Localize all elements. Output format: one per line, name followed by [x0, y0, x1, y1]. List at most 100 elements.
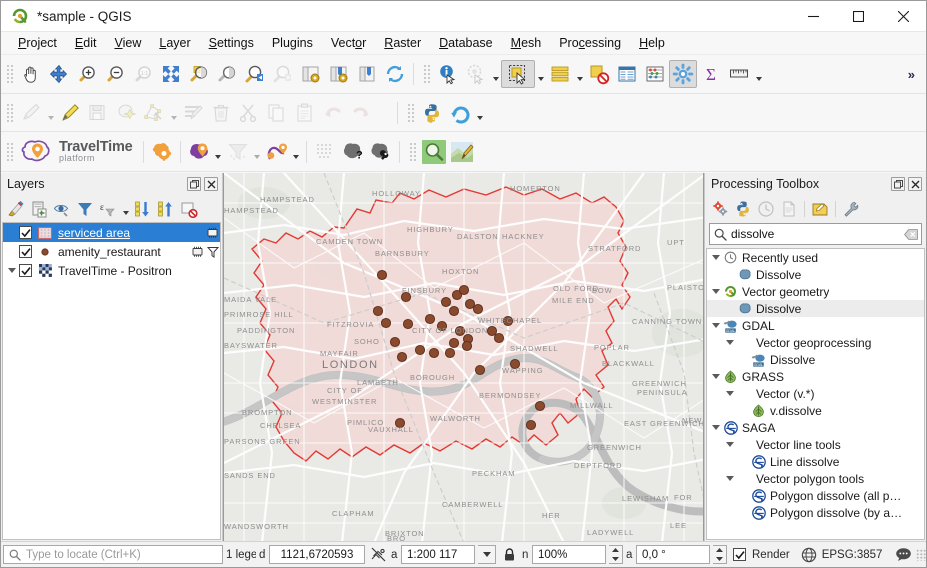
toolbar-grip-traveltime[interactable] — [5, 141, 14, 163]
processing-tree-item[interactable]: Dissolve — [707, 266, 924, 283]
undo-icon[interactable] — [319, 99, 347, 127]
coordinate-field[interactable]: 1121,6720593 — [269, 545, 365, 564]
layer-name-amenity-restaurant[interactable]: amenity_restaurant — [58, 245, 190, 259]
toolbar-overflow-button[interactable]: » — [903, 67, 920, 82]
results-viewer-icon[interactable] — [778, 198, 800, 220]
map-canvas[interactable]: HAMPSTEADHAMPSTEADHOLLOWAYHOMERTONHIGHBU… — [223, 173, 704, 541]
locate-input[interactable]: Type to locate (Ctrl+K) — [3, 545, 223, 564]
add-group-icon[interactable] — [28, 198, 50, 220]
measure-line-icon[interactable] — [725, 60, 753, 88]
toolbar-grip-attributes[interactable] — [422, 63, 431, 85]
menu-edit[interactable]: Edit — [66, 34, 106, 52]
memory-layer-icon-2[interactable] — [190, 245, 205, 259]
zoom-to-selection-icon[interactable] — [185, 60, 213, 88]
processing-tree-item[interactable]: Vector (v.*) — [707, 385, 924, 402]
layers-tree[interactable]: serviced area — [2, 222, 221, 540]
chevron-down-icon[interactable] — [709, 289, 722, 294]
menu-plugins[interactable]: Plugins — [263, 34, 322, 52]
run-algorithm-icon[interactable] — [709, 198, 731, 220]
menu-vector[interactable]: Vector — [322, 34, 375, 52]
layer-row-serviced-area[interactable]: serviced area — [3, 223, 220, 242]
processing-tree-item[interactable]: v.dissolve — [707, 402, 924, 419]
processing-search-value[interactable]: dissolve — [727, 227, 904, 241]
chevron-down-icon[interactable] — [723, 340, 736, 345]
traveltime-routes-icon[interactable] — [263, 138, 291, 166]
globe-icon[interactable] — [799, 545, 819, 565]
open-attribute-table-icon[interactable] — [613, 60, 641, 88]
redo-icon[interactable] — [347, 99, 375, 127]
identify-features-icon[interactable] — [434, 60, 462, 88]
rotation-stepper-down[interactable] — [713, 555, 726, 564]
select-by-expression-icon[interactable] — [546, 60, 574, 88]
chevron-down-icon[interactable] — [723, 442, 736, 447]
current-edits-dropdown-arrow[interactable] — [45, 100, 56, 126]
python-icon[interactable] — [732, 198, 754, 220]
processing-tree-item[interactable]: Recently used — [707, 249, 924, 266]
traveltime-settings-icon[interactable] — [148, 138, 176, 166]
new-print-layout-icon[interactable] — [353, 60, 381, 88]
magnifier-stepper-down[interactable] — [609, 555, 622, 564]
traveltime-filter-dropdown-arrow[interactable] — [252, 139, 263, 165]
open-layer-styling-icon[interactable] — [5, 198, 27, 220]
processing-tree-item[interactable]: Vector geoprocessing — [707, 334, 924, 351]
expand-all-icon[interactable] — [132, 198, 154, 220]
processing-tree-item[interactable]: Vector line tools — [707, 436, 924, 453]
messages-icon[interactable] — [893, 545, 913, 565]
traveltime-tiles-icon[interactable] — [311, 138, 339, 166]
feature-action-dropdown-arrow[interactable] — [490, 61, 501, 87]
traveltime-routes-dropdown-arrow[interactable] — [291, 139, 302, 165]
layer-name-traveltime-positron[interactable]: TravelTime - Positron — [58, 264, 220, 278]
rotation-stepper[interactable] — [713, 545, 727, 564]
chevron-down-icon[interactable] — [709, 374, 722, 379]
scale-dropdown-arrow[interactable] — [478, 545, 496, 564]
models-icon[interactable] — [809, 198, 831, 220]
menu-project[interactable]: PProjectroject — [9, 34, 66, 52]
field-calculator-icon[interactable] — [641, 60, 669, 88]
processing-tree-item[interactable]: GRASS — [707, 368, 924, 385]
menu-layer[interactable]: Layer — [150, 34, 199, 52]
toggle-extents-icon[interactable] — [368, 545, 388, 565]
traveltime-search-icon[interactable] — [420, 138, 448, 166]
toolbar-grip-digitizing[interactable] — [5, 102, 14, 124]
pan-to-selection-icon[interactable] — [45, 60, 73, 88]
traveltime-quick-search-dropdown-arrow[interactable] — [213, 139, 224, 165]
manage-visibility-icon[interactable] — [51, 198, 73, 220]
cut-features-icon[interactable] — [235, 99, 263, 127]
layer-expander-traveltime[interactable] — [5, 264, 19, 278]
python-console-icon[interactable] — [418, 99, 446, 127]
traveltime-toolbox-icon[interactable] — [367, 138, 395, 166]
run-feature-action-icon[interactable] — [462, 60, 490, 88]
toolbar-grip-traveltime-2[interactable] — [408, 141, 417, 163]
toolbar-grip-plugins[interactable] — [406, 102, 415, 124]
statistical-summary-icon[interactable]: Σ — [697, 60, 725, 88]
select-features-dropdown-arrow[interactable] — [535, 61, 546, 87]
layer-row-amenity-restaurant[interactable]: amenity_restaurant — [3, 242, 220, 261]
scale-field[interactable]: 1:200 117 — [401, 545, 475, 564]
lock-scale-icon[interactable] — [499, 545, 519, 565]
add-polygon-feature-icon[interactable] — [112, 99, 140, 127]
vertex-tool-dropdown-arrow[interactable] — [168, 100, 179, 126]
clear-icon[interactable] — [904, 228, 918, 241]
current-edits-icon[interactable] — [17, 99, 45, 127]
processing-tree-item[interactable]: Vector geometry — [707, 283, 924, 300]
save-layer-edits-icon[interactable] — [84, 99, 112, 127]
history-icon[interactable] — [755, 198, 777, 220]
processing-tree-item[interactable]: Line dissolve — [707, 453, 924, 470]
processing-tree-item[interactable]: SAGA — [707, 419, 924, 436]
manage-plugins-icon[interactable] — [446, 99, 474, 127]
processing-tree-item[interactable]: GDALGDAL — [707, 317, 924, 334]
resize-grip[interactable] — [916, 549, 926, 561]
zoom-last-icon[interactable] — [241, 60, 269, 88]
layer-visibility-checkbox-2[interactable] — [19, 245, 32, 258]
menu-view[interactable]: View — [105, 34, 150, 52]
processing-tree-item[interactable]: Polygon dissolve (all p… — [707, 487, 924, 504]
plugins-dropdown-arrow[interactable] — [474, 100, 485, 126]
options-icon[interactable] — [840, 198, 862, 220]
layers-undock-button[interactable] — [187, 177, 201, 191]
processing-tree-item[interactable]: Polygon dissolve (by a… — [707, 504, 924, 521]
processing-search-box[interactable]: dissolve — [709, 223, 922, 245]
processing-algorithm-tree[interactable]: Recently usedDissolveVector geometryDiss… — [706, 248, 925, 540]
delete-selected-icon[interactable] — [207, 99, 235, 127]
layer-name-serviced-area[interactable]: serviced area — [58, 226, 205, 240]
deselect-features-icon[interactable] — [585, 60, 613, 88]
